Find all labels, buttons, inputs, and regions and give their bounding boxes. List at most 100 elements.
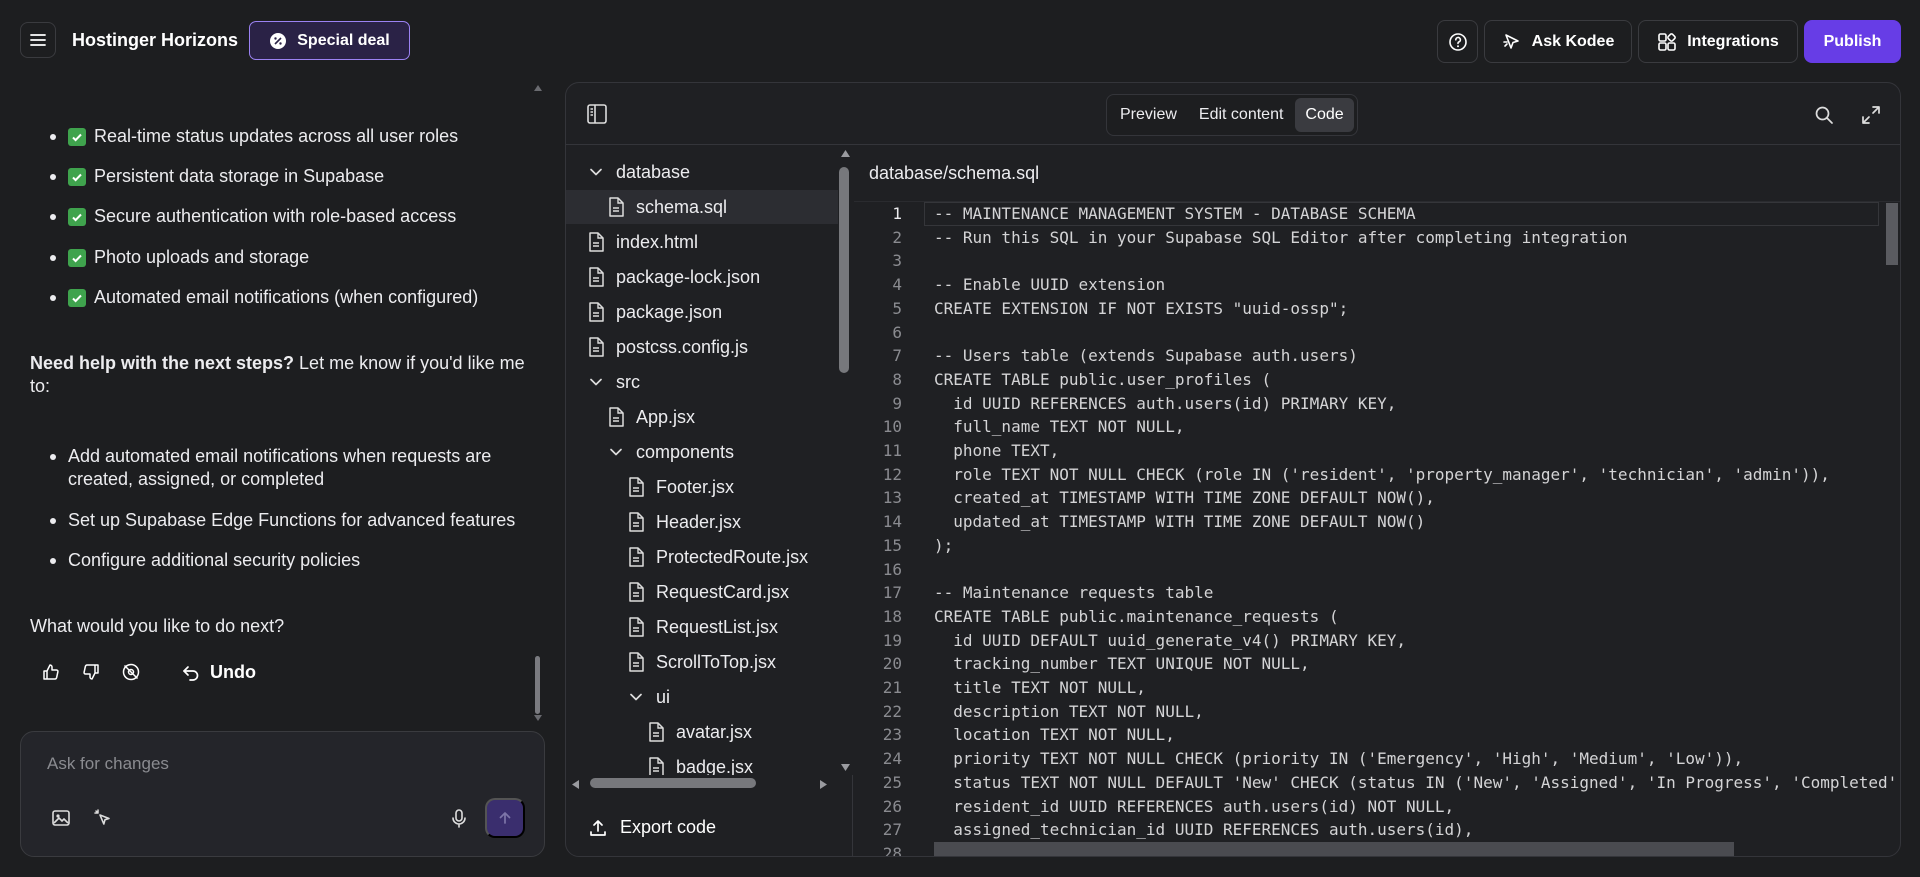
menu-button[interactable] — [20, 22, 56, 58]
code-line: 7 -- Users table (extends Supabase auth.u… — [854, 344, 1894, 368]
list-item-text: Automated email notifications (when conf… — [94, 287, 479, 307]
tree-file[interactable]: package.json — [566, 295, 838, 329]
file-tree-h-scrollbar-thumb[interactable] — [590, 778, 756, 788]
tree-file[interactable]: index.html — [566, 225, 838, 259]
line-number: 16 — [882, 559, 902, 579]
list-item-text: Persistent data storage in Supabase — [94, 166, 385, 186]
list-item-text: Photo uploads and storage — [94, 247, 310, 267]
line-number: 11 — [882, 441, 902, 460]
tab-preview[interactable]: Preview — [1110, 98, 1187, 132]
line-number: 25 — [882, 772, 902, 792]
question-text: What would you like to do next? — [30, 616, 285, 636]
send-button[interactable] — [485, 798, 525, 838]
expand-icon[interactable] — [1859, 103, 1883, 127]
code-h-scrollbar-thumb[interactable] — [934, 842, 1734, 856]
file-tree: database schema.sql index.html package-lock… — [566, 145, 853, 856]
file-icon — [586, 302, 606, 322]
tree-file[interactable]: RequestList.jsx — [566, 610, 838, 644]
code-text: -- Users table (extends Supabase auth.us… — [934, 346, 1358, 366]
tree-file[interactable]: App.jsx — [566, 400, 838, 434]
tree-item-label: schema.sql — [636, 196, 728, 217]
tree-folder[interactable]: ui — [566, 680, 838, 714]
undo-button[interactable]: Undo — [182, 662, 256, 683]
line-number: 7 — [892, 346, 902, 366]
tree-item-label: Header.jsx — [656, 511, 742, 532]
microphone-icon[interactable] — [447, 806, 471, 830]
tree-file[interactable]: Header.jsx — [566, 505, 838, 539]
code-line: 27 assigned_technician_id UUID REFERENCE… — [854, 818, 1894, 842]
checkmark-icon — [68, 167, 86, 186]
chat-input[interactable]: Ask for changes — [47, 754, 169, 774]
line-number: 10 — [882, 417, 902, 437]
tree-file[interactable]: badge.jsx — [566, 750, 838, 775]
file-icon — [586, 337, 606, 357]
code-text: -- Run this SQL in your Supabase SQL Edi… — [934, 227, 1628, 247]
file-tree-scrollbar-thumb[interactable] — [839, 167, 849, 373]
tab-code[interactable]: Code — [1295, 98, 1354, 132]
editor-toolbar: Preview Edit content Code — [566, 83, 1900, 145]
integrations-button[interactable]: Integrations — [1638, 20, 1798, 63]
bullet — [50, 518, 56, 524]
code-text: status TEXT NOT NULL DEFAULT 'New' CHECK… — [934, 772, 1901, 792]
chat-scrollbar-thumb[interactable] — [535, 656, 540, 714]
special-deal-label: Special deal — [297, 31, 390, 49]
tree-file[interactable]: Footer.jsx — [566, 470, 838, 504]
file-icon — [626, 617, 646, 637]
tree-item-label: App.jsx — [636, 406, 696, 427]
tree-file[interactable]: ScrollToTop.jsx — [566, 645, 838, 679]
chevron-down-icon — [626, 687, 646, 707]
tree-file[interactable]: avatar.jsx — [566, 715, 838, 749]
tree-file[interactable]: postcss.config.js — [566, 330, 838, 364]
tab-edit-content[interactable]: Edit content — [1189, 98, 1294, 132]
bullet — [50, 558, 56, 564]
element-select-icon[interactable] — [91, 806, 115, 830]
chat-input-box[interactable]: Ask for changes — [20, 731, 545, 857]
undo-icon — [183, 666, 199, 681]
code-text: id UUID DEFAULT uuid_generate_v4() PRIMA… — [934, 630, 1407, 650]
tree-folder[interactable]: components — [566, 435, 838, 469]
checkmark-icon — [68, 127, 86, 146]
search-icon[interactable] — [1812, 103, 1836, 127]
code-text: CREATE TABLE public.user_profiles ( — [934, 369, 1272, 389]
checkmark-icon — [68, 288, 86, 307]
code-text: id UUID REFERENCES auth.users(id) PRIMAR… — [934, 393, 1397, 413]
code-line: 16 — [854, 558, 1894, 582]
help-button[interactable] — [1437, 20, 1478, 63]
code-scrollbar-thumb[interactable] — [1886, 203, 1898, 265]
sparkle-cursor-icon — [1502, 33, 1519, 49]
tree-item-label: database — [616, 161, 691, 182]
list-item: Real-time status updates across all user… — [30, 125, 458, 148]
tree-file[interactable]: schema.sql — [566, 190, 838, 224]
code-line: 21 title TEXT NOT NULL, — [854, 676, 1894, 700]
file-icon — [606, 197, 626, 217]
tree-file[interactable]: RequestCard.jsx — [566, 575, 838, 609]
image-upload-icon[interactable] — [49, 806, 73, 830]
code-editor[interactable]: 28 created_at TIMESTAMP WITH TIME ZONE D… — [854, 201, 1901, 856]
tree-file[interactable]: ProtectedRoute.jsx — [566, 540, 838, 574]
chat-scrollbar[interactable] — [532, 84, 542, 724]
publish-button[interactable]: Publish — [1804, 20, 1901, 63]
hide-icon[interactable] — [120, 661, 142, 683]
tree-file[interactable]: package-lock.json — [566, 260, 838, 294]
list-item: Photo uploads and storage — [30, 246, 309, 269]
tree-folder[interactable]: database — [566, 155, 838, 189]
undo-label: Undo — [210, 661, 256, 682]
thumbs-up-icon[interactable] — [40, 661, 62, 683]
chat-messages: Real-time status updates across all user… — [30, 84, 530, 724]
export-code-label: Export code — [620, 817, 717, 837]
tree-item-label: RequestCard.jsx — [656, 581, 790, 602]
file-icon — [646, 722, 666, 742]
export-code-button[interactable]: Export code — [588, 817, 716, 838]
ask-kodee-button[interactable]: Ask Kodee — [1484, 20, 1632, 63]
list-item: Add automated email notifications when r… — [30, 445, 530, 491]
integrations-label: Integrations — [1687, 32, 1779, 50]
checkmark-icon — [68, 248, 86, 267]
special-deal-button[interactable]: Special deal — [249, 21, 410, 60]
line-number: 19 — [882, 630, 902, 650]
code-line: 19 id UUID DEFAULT uuid_generate_v4() PR… — [854, 629, 1894, 653]
thumbs-down-icon[interactable] — [80, 661, 102, 683]
code-view: database/schema.sql 28 created_at TIMEST… — [854, 145, 1901, 856]
sidebar-toggle-icon[interactable] — [586, 103, 610, 127]
code-text: description TEXT NOT NULL, — [934, 701, 1204, 721]
tree-folder[interactable]: src — [566, 365, 838, 399]
